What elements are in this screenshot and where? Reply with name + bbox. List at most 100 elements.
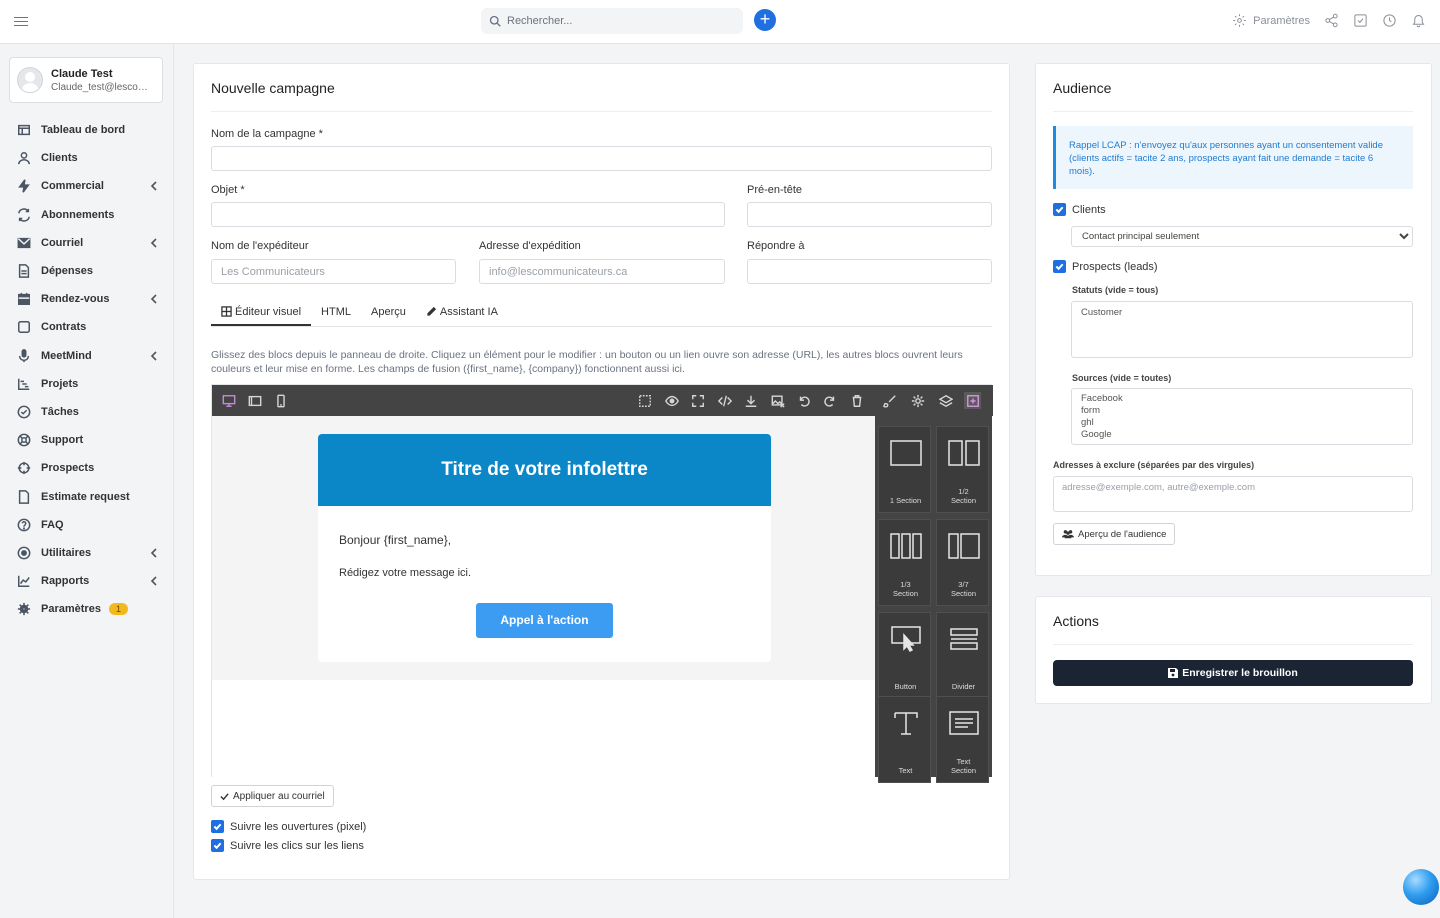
sidebar-item-abonnements[interactable]: Abonnements — [0, 201, 174, 229]
email-cta-button[interactable]: Appel à l'action — [476, 603, 613, 638]
block-three-seven-section[interactable]: 3/7 Section — [936, 519, 989, 606]
source-option[interactable]: Facebook — [1081, 393, 1403, 405]
sidebar-item-rendez-vous[interactable]: Rendez-vous — [0, 285, 174, 313]
eye-icon[interactable] — [663, 392, 680, 409]
chevron-left-icon — [150, 181, 158, 191]
reply-to-input[interactable] — [747, 259, 992, 284]
clients-checkbox[interactable]: Clients — [1053, 203, 1106, 216]
gear-icon[interactable] — [909, 392, 926, 409]
source-option[interactable]: Google — [1081, 429, 1403, 441]
download-icon[interactable] — [742, 392, 759, 409]
block-third-section[interactable]: 1/3 Section — [878, 519, 931, 606]
check-icon — [220, 792, 229, 800]
sidebar-item-label: Rapports — [41, 575, 90, 588]
fullscreen-icon[interactable] — [689, 392, 706, 409]
block-1-section[interactable]: 1 Section — [878, 426, 931, 513]
sidebar-item-taches[interactable]: Tâches — [0, 398, 174, 426]
block-label: Section — [950, 496, 977, 505]
sidebar-item-tableau-de-bord[interactable]: Tableau de bord — [0, 116, 174, 144]
exclude-addresses-input[interactable] — [1053, 476, 1413, 512]
sidebar-item-projets[interactable]: Projets — [0, 370, 174, 398]
share-icon[interactable] — [1324, 13, 1339, 28]
settings-link[interactable]: Paramètres — [1232, 13, 1310, 28]
subject-input[interactable] — [211, 202, 725, 227]
sidebar-item-faq[interactable]: FAQ — [0, 511, 174, 539]
block-label: Text — [898, 766, 913, 775]
blocks-icon[interactable] — [964, 392, 981, 409]
sidebar-item-commercial[interactable]: Commercial — [0, 172, 174, 200]
sidebar-nav: Tableau de bord Clients Commercial Abonneme… — [0, 116, 174, 623]
undo-icon[interactable] — [795, 392, 812, 409]
block-label-top: Text — [956, 757, 971, 766]
sidebar-item-courriel[interactable]: Courriel — [0, 229, 174, 257]
status-option[interactable]: Customer — [1081, 307, 1403, 319]
menu-icon[interactable] — [14, 14, 28, 28]
sidebar-item-rapports[interactable]: Rapports — [0, 567, 174, 595]
desktop-view-icon[interactable] — [220, 392, 237, 409]
trash-icon[interactable] — [848, 392, 865, 409]
campaign-name-input[interactable] — [211, 146, 992, 171]
source-option[interactable]: ghl — [1081, 417, 1403, 429]
tab-visual-editor[interactable]: Éditeur visuel — [211, 298, 312, 326]
save-draft-button[interactable]: Enregistrer le brouillon — [1053, 660, 1413, 686]
sidebar-item-parametres[interactable]: Paramètres 1 — [0, 595, 174, 623]
block-label: Section — [950, 589, 977, 598]
block-divider[interactable]: Divider — [936, 612, 989, 699]
apply-to-email-button[interactable]: Appliquer au courriel — [211, 785, 334, 807]
chevron-left-icon — [150, 548, 158, 558]
bell-icon[interactable] — [1411, 13, 1426, 28]
sidebar-item-prospects[interactable]: Prospects — [0, 454, 174, 482]
sidebar-item-utilitaires[interactable]: Utilitaires — [0, 539, 174, 567]
sidebar-item-support[interactable]: Support — [0, 426, 174, 454]
layers-icon[interactable] — [937, 392, 954, 409]
brush-icon[interactable] — [881, 392, 898, 409]
sidebar-item-estimate-request[interactable]: Estimate request — [0, 482, 174, 510]
track-opens-checkbox[interactable]: Suivre les ouvertures (pixel) — [211, 820, 366, 833]
image-remove-icon[interactable] — [769, 392, 786, 409]
email-body-text[interactable]: Rédigez votre message ici. — [339, 567, 471, 579]
clock-icon[interactable] — [1382, 13, 1397, 28]
mobile-view-icon[interactable] — [272, 392, 289, 409]
checkbox-checked-icon — [1053, 203, 1066, 216]
editor-canvas[interactable]: Titre de votre infolettre Bonjour {first… — [212, 416, 875, 680]
tab-html[interactable]: HTML — [311, 298, 361, 326]
block-button[interactable]: Button — [878, 612, 931, 699]
select-outline-icon[interactable] — [636, 392, 653, 409]
assistant-bubble[interactable] — [1403, 869, 1439, 905]
clients-contact-select[interactable]: Contact principal seulement — [1071, 226, 1413, 247]
sidebar-item-label: Courriel — [41, 236, 84, 249]
preheader-input[interactable] — [747, 202, 992, 227]
sidebar-item-meetmind[interactable]: MeetMind — [0, 342, 174, 370]
microphone-icon — [18, 348, 30, 362]
tablet-view-icon[interactable] — [246, 392, 263, 409]
blocks-panel: 1 Section 1/2 Section 1/3 Section 3/7 Secti… — [875, 416, 992, 783]
sidebar-item-clients[interactable]: Clients — [0, 144, 174, 172]
statuses-list[interactable]: Customer — [1071, 301, 1413, 358]
sender-email-input[interactable] — [479, 259, 725, 284]
audience-preview-label: Aperçu de l'audience — [1078, 528, 1167, 540]
email-greeting[interactable]: Bonjour {first_name}, — [339, 533, 451, 547]
code-icon[interactable] — [716, 392, 733, 409]
block-text-section[interactable]: Text Section — [936, 696, 989, 783]
tab-preview[interactable]: Aperçu — [361, 298, 416, 326]
sidebar-item-label: Paramètres — [41, 603, 101, 616]
email-header-title[interactable]: Titre de votre infolettre — [318, 434, 771, 506]
sender-name-input[interactable] — [211, 259, 456, 284]
audience-preview-button[interactable]: Aperçu de l'audience — [1053, 523, 1176, 545]
tab-ai-assistant[interactable]: Assistant IA — [416, 298, 508, 326]
search-box[interactable] — [481, 8, 743, 34]
search-input[interactable] — [507, 15, 727, 27]
user-card[interactable]: Claude Test Claude_test@lescommunicateur… — [9, 57, 163, 103]
checkbox-icon[interactable] — [1353, 13, 1368, 28]
add-button[interactable]: + — [754, 9, 776, 31]
redo-icon[interactable] — [821, 392, 838, 409]
sources-list[interactable]: Facebook form ghl Google — [1071, 388, 1413, 445]
source-option[interactable]: form — [1081, 405, 1403, 417]
apply-to-email-label: Appliquer au courriel — [233, 790, 325, 802]
prospects-checkbox[interactable]: Prospects (leads) — [1053, 260, 1158, 273]
track-clicks-checkbox[interactable]: Suivre les clics sur les liens — [211, 839, 364, 852]
sidebar-item-depenses[interactable]: Dépenses — [0, 257, 174, 285]
block-text[interactable]: Text — [878, 696, 931, 783]
sidebar-item-contrats[interactable]: Contrats — [0, 313, 174, 341]
block-half-section[interactable]: 1/2 Section — [936, 426, 989, 513]
